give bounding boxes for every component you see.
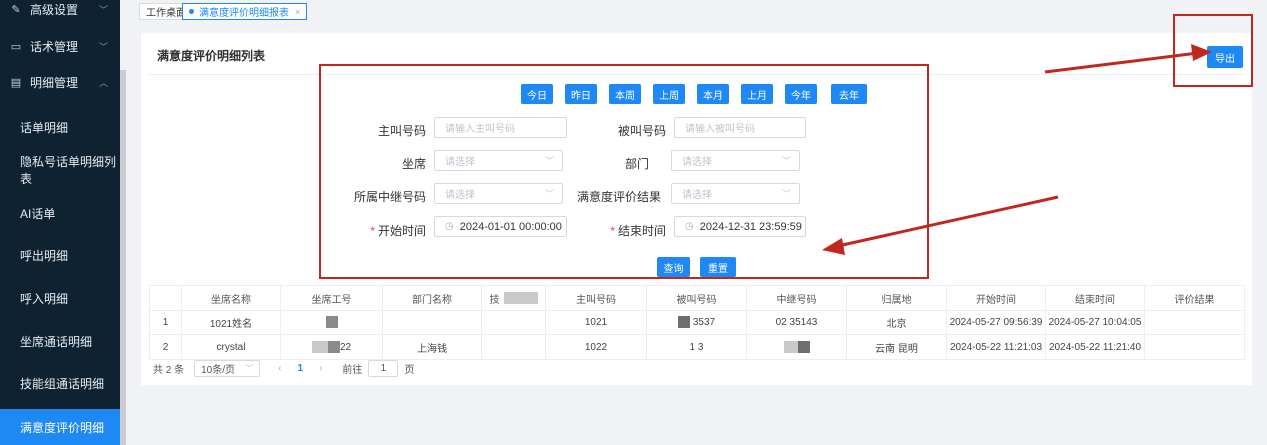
arrow-to-filters (837, 195, 1059, 248)
arrow-head-icon (822, 238, 845, 255)
arrow-head-icon (1191, 44, 1212, 61)
annotation-arrows (822, 44, 1212, 255)
arrow-to-export (1044, 51, 1199, 74)
